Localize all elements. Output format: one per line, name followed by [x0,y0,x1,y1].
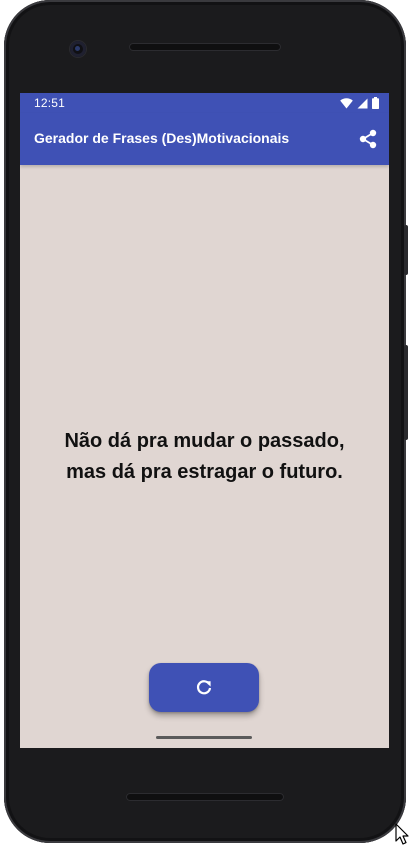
share-icon [359,129,377,149]
status-time: 12:51 [34,96,66,110]
status-bar: 12:51 [20,93,389,113]
wifi-icon [340,97,353,108]
quote-text: Não dá pra mudar o passado, mas dá pra e… [20,426,389,488]
refresh-button[interactable] [149,663,259,712]
share-button[interactable] [355,126,381,152]
app-title: Gerador de Frases (Des)Motivacionais [34,130,290,146]
power-button [404,225,408,275]
refresh-icon [196,679,212,694]
mouse-cursor-icon [395,823,409,845]
status-icons [340,97,379,109]
app-screen: 12:51 Gerador de Frases (Des)Motivaciona… [20,93,389,748]
top-speaker [129,43,281,51]
volume-button [404,345,408,440]
gesture-navigation-bar[interactable] [156,736,252,739]
bottom-speaker [126,793,284,801]
signal-icon [357,98,368,108]
quote-line-2: mas dá pra estragar o futuro. [66,461,343,483]
app-bar: Gerador de Frases (Des)Motivacionais [20,113,389,165]
front-camera [70,41,86,57]
quote-line-1: Não dá pra mudar o passado, [64,430,345,452]
battery-icon [372,97,379,109]
